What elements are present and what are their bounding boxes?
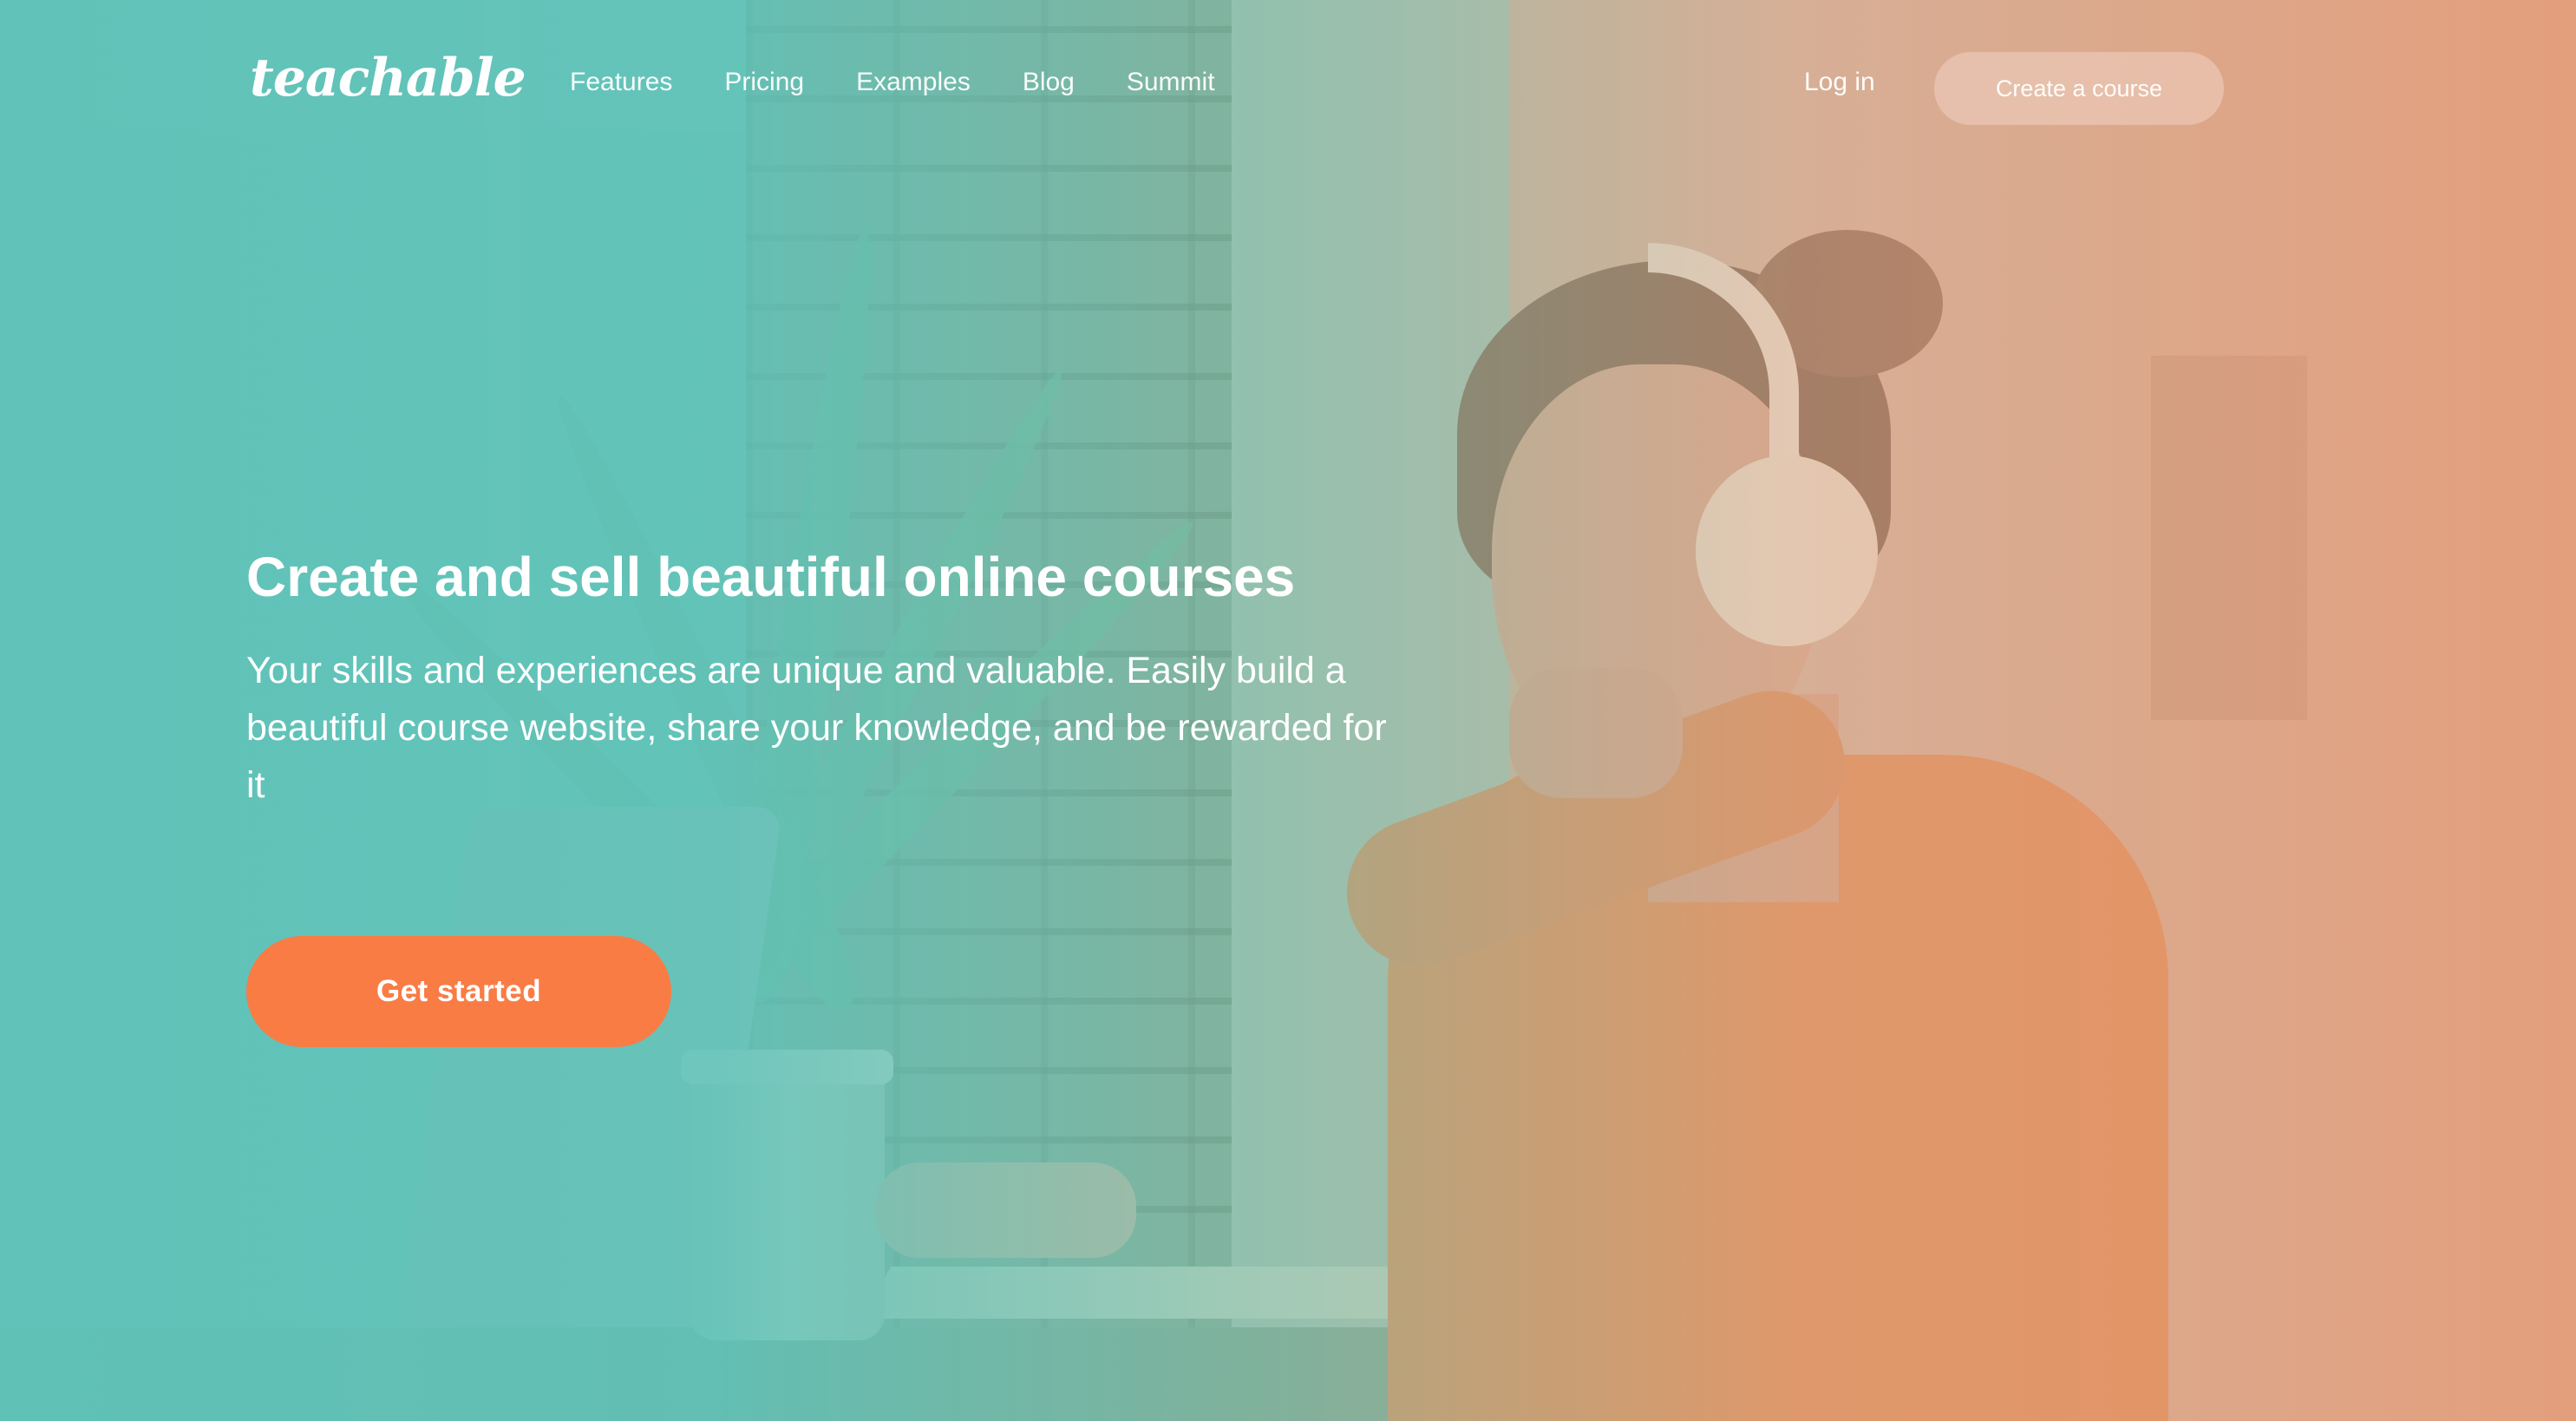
get-started-button[interactable]: Get started xyxy=(246,936,671,1047)
hero-title: Create and sell beautiful online courses xyxy=(246,546,1296,608)
nav-link-summit[interactable]: Summit xyxy=(1127,68,1215,97)
nav-link-examples[interactable]: Examples xyxy=(856,68,971,97)
hero-subtitle: Your skills and experiences are unique a… xyxy=(246,650,1387,807)
top-navigation: teachable Features Pricing Examples Blog… xyxy=(0,0,2576,174)
nav-link-features[interactable]: Features xyxy=(570,68,672,97)
nav-links: Features Pricing Examples Blog Summit xyxy=(570,68,1267,97)
login-link[interactable]: Log in xyxy=(1804,68,1875,97)
create-course-button[interactable]: Create a course xyxy=(1934,52,2224,125)
nav-link-blog[interactable]: Blog xyxy=(1023,68,1075,97)
teachable-logo[interactable]: teachable xyxy=(250,48,526,108)
nav-link-pricing[interactable]: Pricing xyxy=(724,68,804,97)
landing-page: teachable Features Pricing Examples Blog… xyxy=(0,0,2576,1421)
hero-section: Create and sell beautiful online courses… xyxy=(246,547,1461,814)
